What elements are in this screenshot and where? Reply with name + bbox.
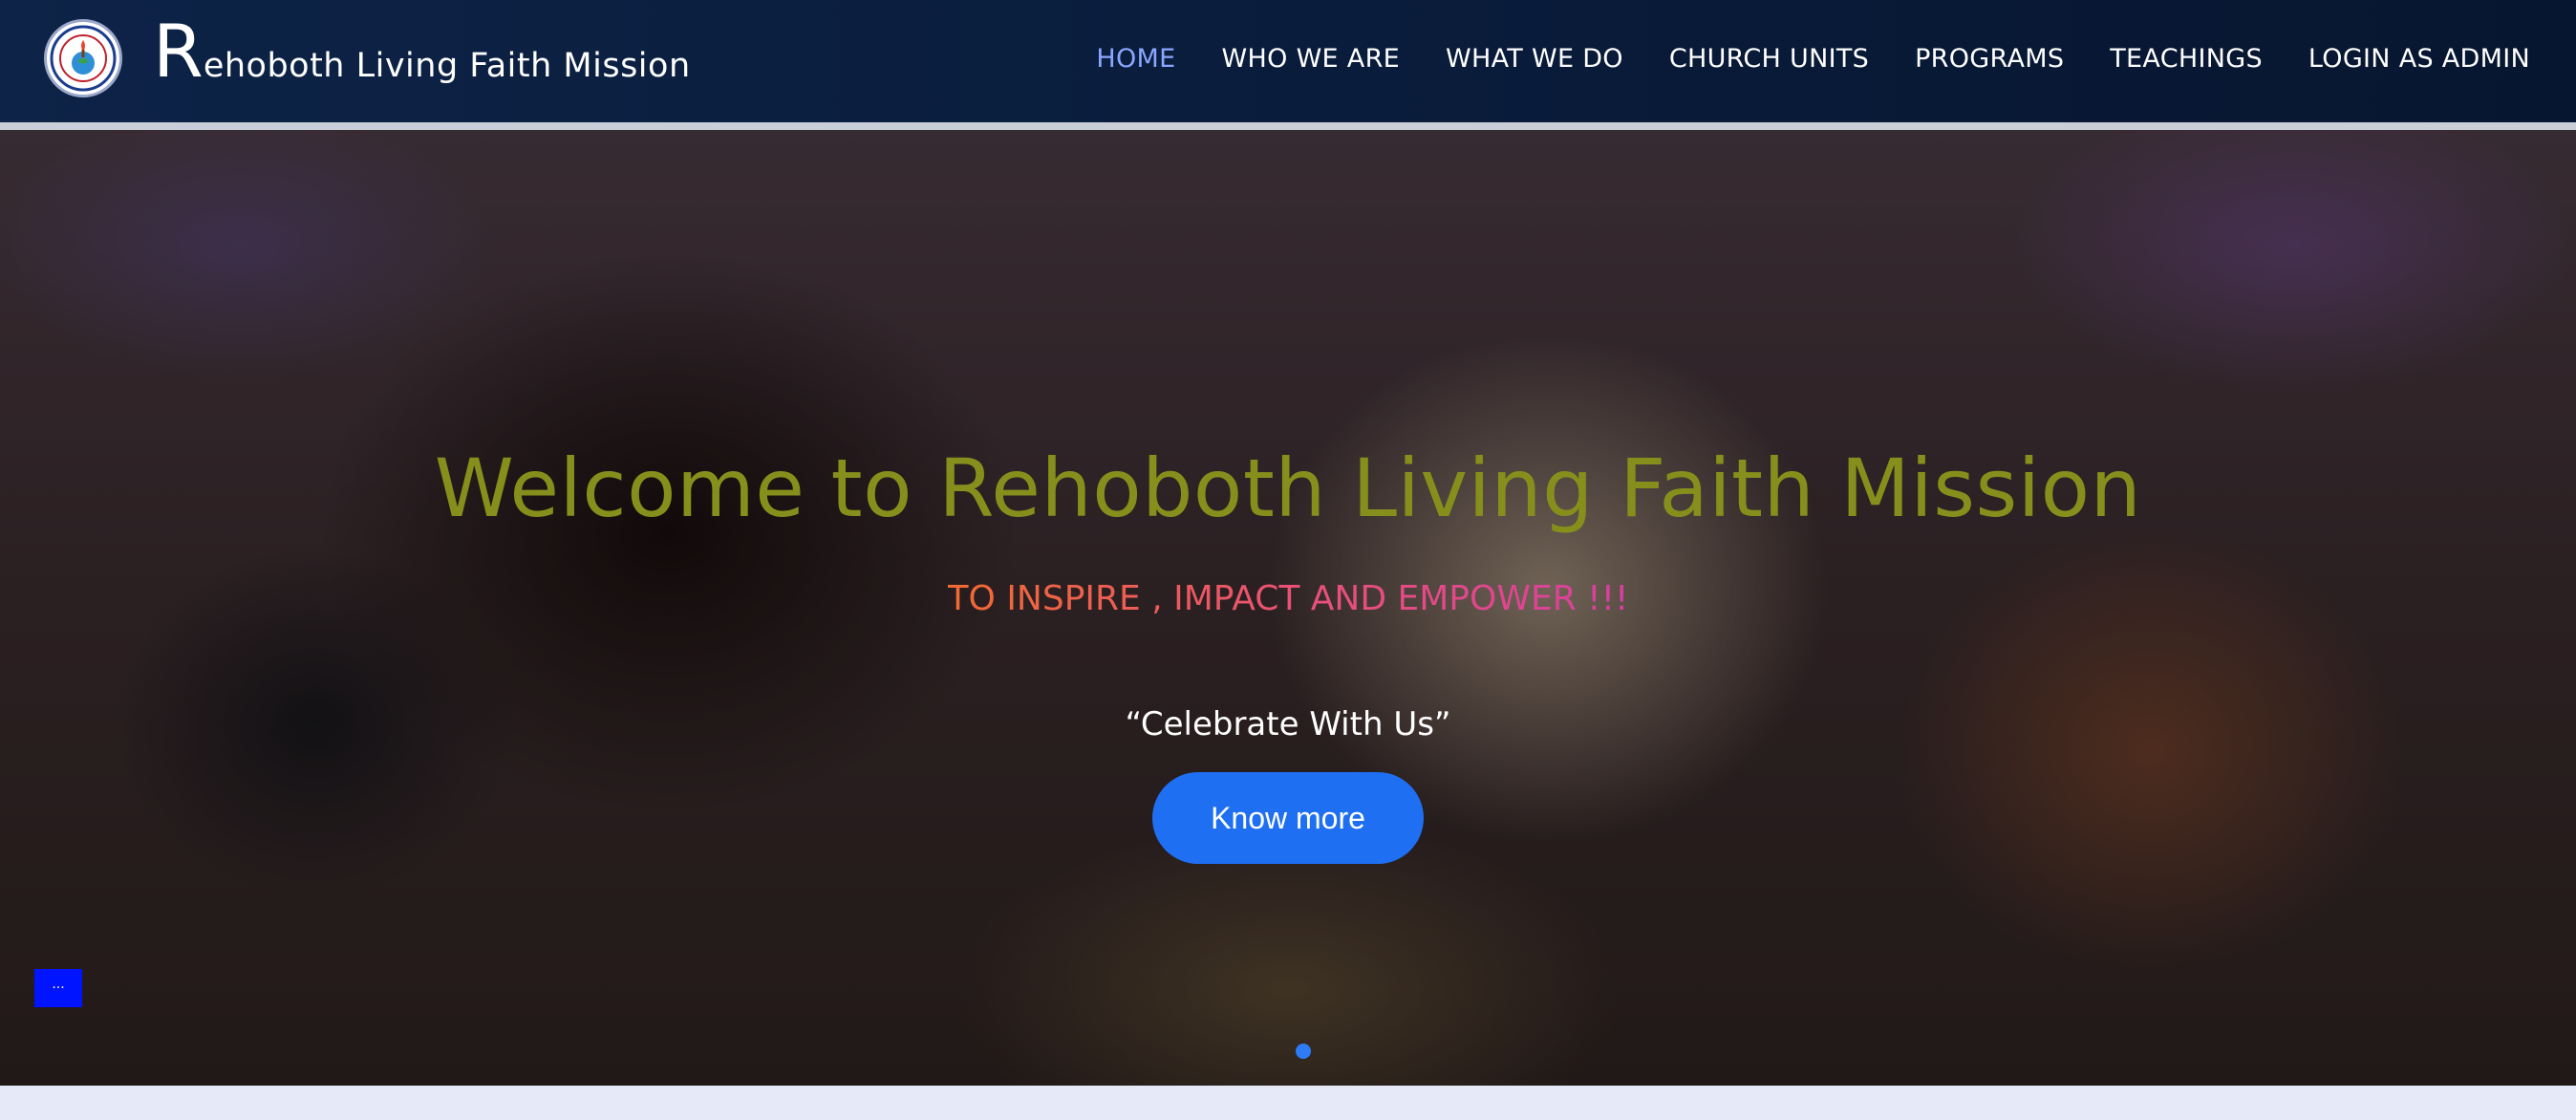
hero-title: Welcome to Rehoboth Living Faith Mission <box>434 442 2142 535</box>
nav-login-as-admin[interactable]: LOGIN AS ADMIN <box>2308 44 2530 74</box>
hero-tagline: TO INSPIRE , IMPACT AND EMPOWER !!! <box>0 579 2576 618</box>
hero-quote: “Celebrate With Us” <box>1125 705 1451 743</box>
church-logo[interactable] <box>44 19 122 97</box>
main-nav: HOME WHO WE ARE WHAT WE DO CHURCH UNITS … <box>1096 44 2530 74</box>
navbar-divider <box>0 122 2576 130</box>
know-more-button[interactable]: Know more <box>1152 772 1424 864</box>
nav-home[interactable]: HOME <box>1096 44 1175 74</box>
chat-widget-button[interactable]: ··· <box>34 969 82 1007</box>
nav-teachings[interactable]: TEACHINGS <box>2110 44 2263 74</box>
hero-tagline-text: TO INSPIRE , IMPACT AND EMPOWER !!! <box>947 579 1629 618</box>
church-seal-logo-icon <box>50 25 117 92</box>
carousel-indicators <box>1296 1044 1311 1059</box>
nav-church-units[interactable]: CHURCH UNITS <box>1669 44 1869 74</box>
chat-icon: ··· <box>52 980 65 996</box>
carousel-dot-1[interactable] <box>1296 1044 1311 1059</box>
brand-rest: ehoboth Living Faith Mission <box>203 47 691 85</box>
nav-who-we-are[interactable]: WHO WE ARE <box>1222 44 1400 74</box>
hero-carousel: Welcome to Rehoboth Living Faith Mission… <box>0 130 2576 1086</box>
brand-name[interactable]: Rehoboth Living Faith Mission <box>153 15 691 88</box>
page-bottom-strip <box>0 1086 2576 1120</box>
brand-initial: R <box>153 9 204 94</box>
nav-what-we-do[interactable]: WHAT WE DO <box>1446 44 1623 74</box>
top-navbar: Rehoboth Living Faith Mission HOME WHO W… <box>0 0 2576 122</box>
nav-programs[interactable]: PROGRAMS <box>1915 44 2064 74</box>
